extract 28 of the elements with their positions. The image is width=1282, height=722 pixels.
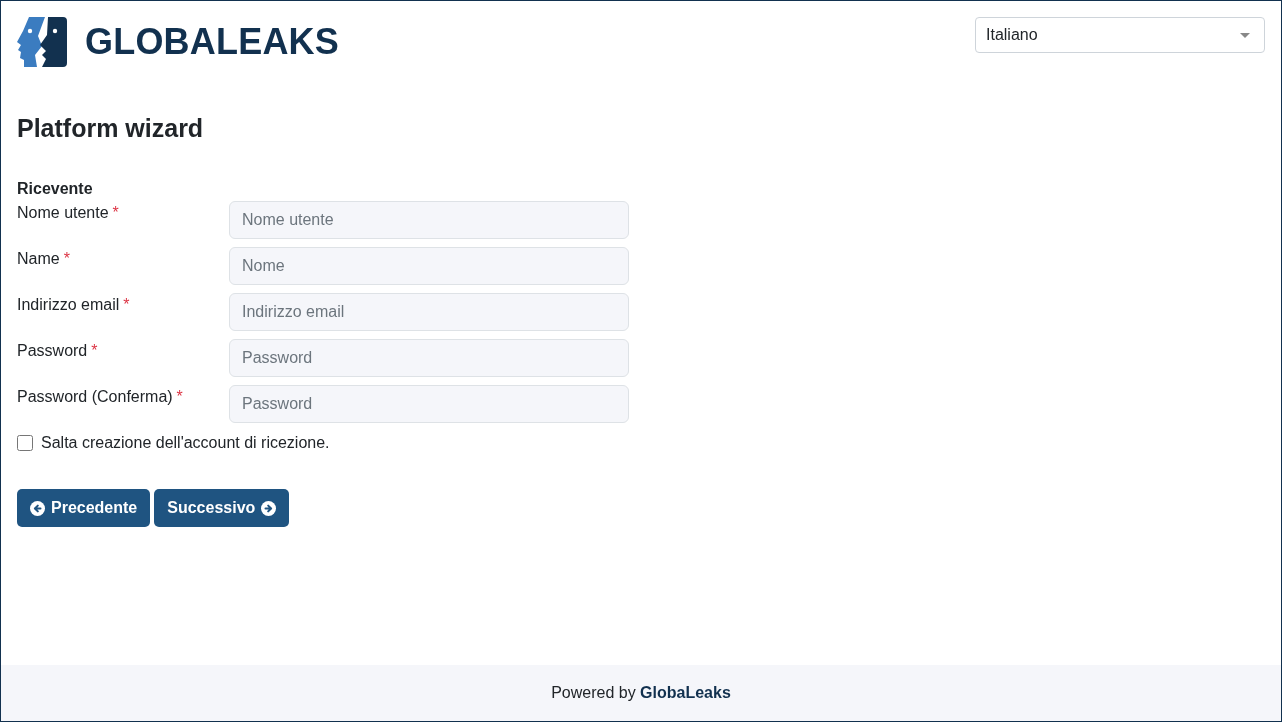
required-mark: * xyxy=(63,250,70,267)
next-button[interactable]: Successivo xyxy=(154,489,290,527)
required-mark: * xyxy=(91,342,98,359)
previous-button[interactable]: Precedente xyxy=(17,489,151,527)
input-field[interactable]: Password xyxy=(229,385,629,423)
right-arrow-circle-icon xyxy=(261,500,277,516)
required-mark: * xyxy=(123,296,130,313)
field-label: Name xyxy=(17,250,60,267)
checkbox[interactable] xyxy=(17,435,33,451)
input-field[interactable]: Indirizzo email xyxy=(229,293,629,331)
caret-icon xyxy=(1240,32,1250,38)
section-title: Ricevente xyxy=(17,179,93,199)
left-arrow-circle-icon xyxy=(30,500,45,516)
field-label: Password xyxy=(17,342,88,359)
field-label: Password (Conferma) xyxy=(17,388,173,405)
field-label: Indirizzo email xyxy=(17,296,120,313)
field-label: Nome utente xyxy=(17,204,109,221)
page-title: Platform wizard xyxy=(17,114,204,143)
required-mark: * xyxy=(112,204,119,221)
footer-text: Powered by GlobaLeaks xyxy=(551,684,731,702)
checkbox-label: Salta creazione dell'account di ricezione. xyxy=(41,434,330,452)
required-mark: * xyxy=(176,388,183,405)
profile-logo-icon xyxy=(17,17,67,67)
brand-name: GLOBALEAKS xyxy=(85,22,339,62)
input-field[interactable]: Nome utente xyxy=(229,201,629,239)
input-field[interactable]: Nome xyxy=(229,247,629,285)
input-field[interactable]: Password xyxy=(229,339,629,377)
language-select[interactable]: Italiano xyxy=(975,17,1265,53)
